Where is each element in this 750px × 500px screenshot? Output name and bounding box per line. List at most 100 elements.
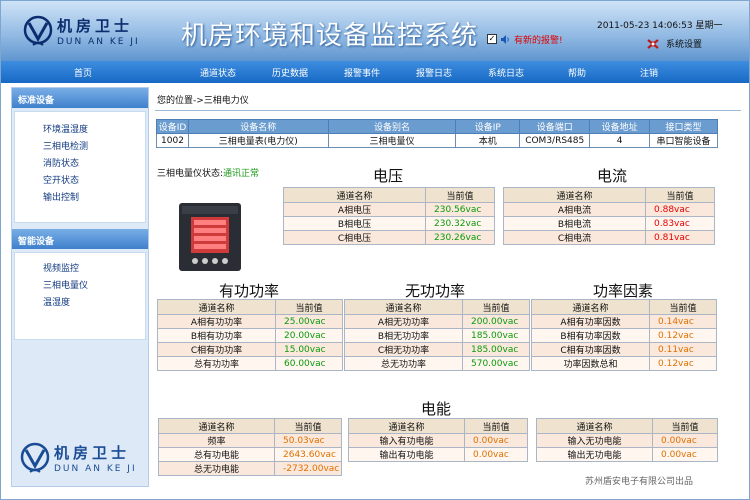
col-channel-name: 通道名称	[536, 418, 653, 434]
energy-header-row: 通道名称 当前值	[348, 418, 528, 434]
cell-device-port: COM3/RS485	[519, 133, 591, 148]
device-info-header-row: 设备ID 设备名称 设备别名 设备IP 设备端口 设备地址 接口类型	[156, 119, 718, 134]
col-device-alias: 设备别名	[327, 119, 457, 134]
table-row: C相电压 230.26vac	[283, 230, 495, 245]
row-label: 频率	[158, 433, 275, 448]
row-label: 总有功功率	[157, 356, 276, 371]
row-label: A相无功功率	[344, 314, 463, 329]
col-channel-name: 通道名称	[531, 299, 650, 315]
sidebar-item-three-phase-meter[interactable]: 三相电量仪	[43, 278, 145, 295]
voltage-title: 电压	[373, 167, 404, 185]
settings-label[interactable]: 系统设置	[666, 37, 702, 50]
row-value: 60.00vac	[275, 356, 343, 371]
row-label: C相电流	[503, 230, 646, 245]
nav-channel-status[interactable]: 通道状态	[200, 66, 236, 79]
row-value: 0.12vac	[649, 328, 717, 343]
table-row: B相电压 230.32vac	[283, 216, 495, 231]
active-power-header-row: 通道名称 当前值	[157, 299, 343, 315]
table-row: B相有功功率 20.00vac	[157, 328, 343, 343]
row-value: 50.03vac	[274, 433, 342, 448]
row-value: 0.14vac	[649, 314, 717, 329]
nav-history-data[interactable]: 历史数据	[272, 66, 308, 79]
nav-alarm-events[interactable]: 报警事件	[344, 66, 380, 79]
sidebar-item-env-temp-humidity[interactable]: 环境温湿度	[43, 122, 145, 139]
power-factor-table: 通道名称 当前值 A相有功率因数 0.14vac B相有功率因数 0.12vac C相…	[531, 299, 717, 371]
col-current-value: 当前值	[649, 299, 717, 315]
current-header-row: 通道名称 当前值	[503, 187, 715, 203]
col-channel-name: 通道名称	[344, 299, 463, 315]
table-row: B相有功率因数 0.12vac	[531, 328, 717, 343]
row-label: 总有功电能	[158, 447, 275, 462]
row-value: 0.81vac	[645, 230, 715, 245]
active-power-table: 通道名称 当前值 A相有功功率 25.00vac B相有功功率 20.00vac C相…	[157, 299, 343, 371]
settings-icon	[647, 38, 659, 49]
row-label: C相无功功率	[344, 342, 463, 357]
col-current-value: 当前值	[425, 187, 495, 203]
row-label: A相有功功率	[157, 314, 276, 329]
nav-logout[interactable]: 注销	[640, 66, 658, 79]
row-label: C相有功功率	[157, 342, 276, 357]
alarm-notice[interactable]: ✓ 有新的报警!	[487, 32, 563, 46]
row-label: B相电压	[283, 216, 426, 231]
nav-home[interactable]: 首页	[74, 66, 92, 79]
sidebar-item-fire-status[interactable]: 消防状态	[43, 156, 145, 173]
row-label: B相无功功率	[344, 328, 463, 343]
energy-table-2: 通道名称 当前值 输入有功电能 0.00vac 输出有功电能 0.00vac	[348, 418, 528, 462]
col-channel-name: 通道名称	[158, 418, 275, 434]
table-row: C相电流 0.81vac	[503, 230, 715, 245]
sidebar-logo-cn: 机房卫士	[54, 444, 131, 462]
cell-device-alias: 三相电量仪	[327, 133, 457, 148]
col-current-value: 当前值	[645, 187, 715, 203]
row-value: 200.00vac	[462, 314, 530, 329]
speaker-icon	[501, 34, 509, 44]
shield-logo-icon	[23, 15, 53, 46]
alarm-text[interactable]: 有新的报警!	[514, 33, 563, 46]
col-current-value: 当前值	[462, 299, 530, 315]
sidebar-item-three-phase-detect[interactable]: 三相电检测	[43, 139, 145, 156]
table-row: A相有功率因数 0.14vac	[531, 314, 717, 329]
col-channel-name: 通道名称	[348, 418, 465, 434]
row-label: B相有功率因数	[531, 328, 650, 343]
cell-device-id: 1002	[156, 133, 189, 148]
table-row: 输出有功电能 0.00vac	[348, 447, 528, 462]
col-current-value: 当前值	[652, 418, 718, 434]
table-row: A相电流 0.88vac	[503, 202, 715, 217]
reactive-power-header-row: 通道名称 当前值	[344, 299, 530, 315]
row-value: 0.00vac	[464, 447, 528, 462]
col-channel-name: 通道名称	[157, 299, 276, 315]
main-nav: 首页 通道状态 历史数据 报警事件 报警日志 系统日志 帮助 注销	[1, 61, 749, 83]
sidebar-logo: 机房卫士 DUN AN KE JI	[20, 440, 140, 480]
row-value: 0.83vac	[645, 216, 715, 231]
row-label: 总无功电能	[158, 461, 275, 476]
alarm-checkbox[interactable]: ✓	[487, 34, 497, 44]
row-value: 20.00vac	[275, 328, 343, 343]
power-factor-header-row: 通道名称 当前值	[531, 299, 717, 315]
sidebar-item-output-control[interactable]: 输出控制	[43, 190, 145, 207]
nav-help[interactable]: 帮助	[568, 66, 586, 79]
sidebar-item-temp-humidity[interactable]: 温湿度	[43, 295, 145, 312]
cell-device-name: 三相电量表(电力仪)	[187, 133, 329, 148]
nav-system-log[interactable]: 系统日志	[488, 66, 524, 79]
table-row: 总有功功率 60.00vac	[157, 356, 343, 371]
active-power-title: 有功功率	[219, 282, 280, 300]
row-label: 功率因数总和	[531, 356, 650, 371]
energy-header-row: 通道名称 当前值	[536, 418, 718, 434]
sidebar-item-breaker-status[interactable]: 空开状态	[43, 173, 145, 190]
row-label: A相电流	[503, 202, 646, 217]
row-value: 230.26vac	[425, 230, 495, 245]
table-row: B相无功功率 185.00vac	[344, 328, 530, 343]
table-row: A相有功功率 25.00vac	[157, 314, 343, 329]
settings-button[interactable]: 系统设置	[646, 37, 702, 50]
col-interface-type: 接口类型	[649, 119, 718, 134]
table-row: 输出无功电能 0.00vac	[536, 447, 718, 462]
row-value: 0.88vac	[645, 202, 715, 217]
sidebar-logo-en: DUN AN KE JI	[54, 464, 137, 474]
sidebar-item-video[interactable]: 视频监控	[43, 261, 145, 278]
nav-alarm-log[interactable]: 报警日志	[416, 66, 452, 79]
power-factor-title: 功率因素	[593, 282, 654, 300]
row-label: A相电压	[283, 202, 426, 217]
row-label: C相电压	[283, 230, 426, 245]
logo-text-cn: 机房卫士	[57, 17, 134, 35]
table-row: 总无功功率 570.00vac	[344, 356, 530, 371]
sidebar: 标准设备 环境温湿度 三相电检测 消防状态 空开状态 输出控制 智能设备 视频监…	[11, 87, 149, 487]
